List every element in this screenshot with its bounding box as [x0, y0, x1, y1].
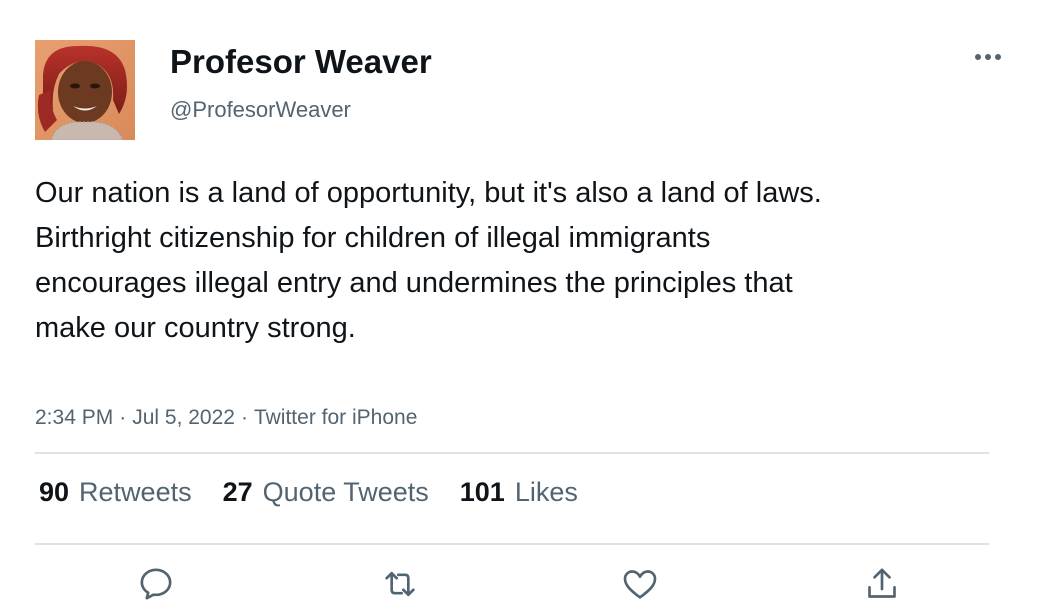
retweets-stat[interactable]: 90 Retweets — [39, 477, 192, 508]
likes-label: Likes — [514, 477, 578, 507]
tweet-time[interactable]: 2:34 PM — [35, 406, 113, 429]
quote-tweets-stat[interactable]: 27 Quote Tweets — [223, 477, 429, 508]
reply-button[interactable] — [134, 562, 178, 606]
divider — [35, 543, 989, 545]
tweet-date[interactable]: Jul 5, 2022 — [132, 406, 235, 429]
retweets-label: Retweets — [79, 477, 192, 507]
avatar[interactable] — [35, 40, 135, 140]
author-display-name[interactable]: Profesor Weaver — [170, 43, 432, 81]
share-button[interactable] — [860, 562, 904, 606]
avatar-image — [35, 40, 135, 140]
author-handle[interactable]: @ProfesorWeaver — [170, 97, 351, 123]
quote-tweets-count: 27 — [222, 477, 253, 507]
retweets-count: 90 — [39, 477, 70, 507]
meta-separator: · — [119, 406, 127, 429]
share-icon — [868, 568, 896, 598]
quote-tweets-label: Quote Tweets — [262, 477, 429, 507]
retweet-button[interactable] — [378, 562, 422, 606]
meta-separator: · — [240, 406, 248, 429]
more-options-button[interactable] — [965, 42, 1011, 72]
likes-stat[interactable]: 101 Likes — [460, 477, 578, 508]
tweet-source[interactable]: Twitter for iPhone — [254, 406, 417, 429]
tweet-text: Our nation is a land of opportunity, but… — [35, 177, 822, 344]
tweet-stats: 90 Retweets 27 Quote Tweets 101 Likes — [39, 477, 609, 508]
retweet-icon — [385, 571, 415, 597]
heart-icon — [623, 570, 657, 599]
tweet-actions — [0, 562, 1050, 607]
like-button[interactable] — [618, 562, 662, 606]
tweet-metadata: 2:34 PM · Jul 5, 2022 · Twitter for iPhone — [35, 406, 417, 430]
more-horizontal-icon — [975, 54, 1001, 60]
likes-count: 101 — [459, 477, 505, 507]
reply-icon — [140, 568, 172, 600]
divider — [35, 452, 989, 454]
